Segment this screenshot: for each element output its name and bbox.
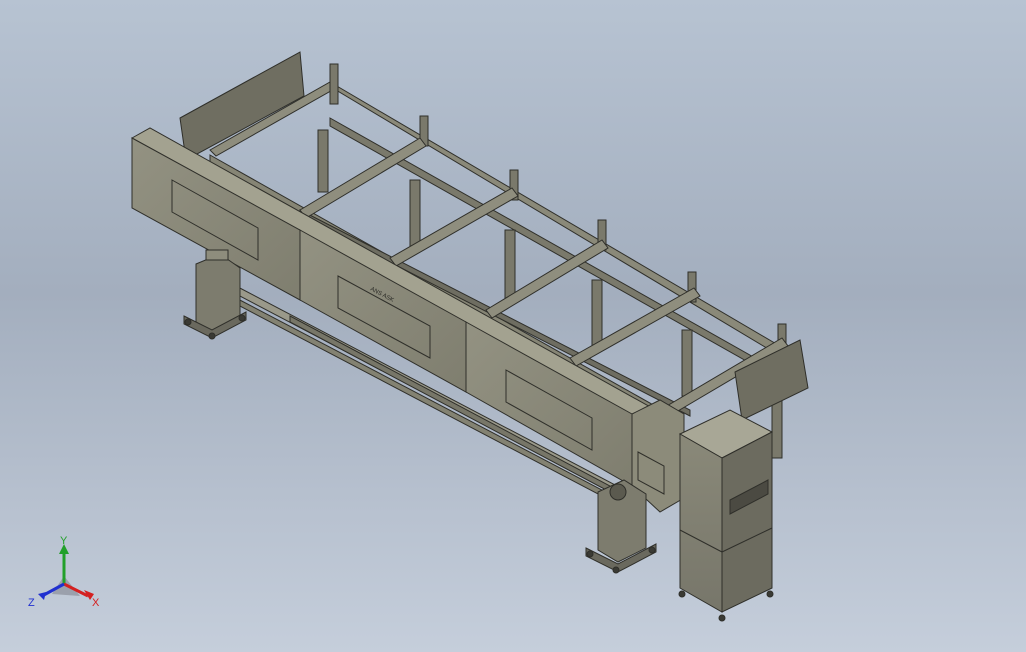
control-cabinet [678,409,774,622]
y-axis-label: Y [60,536,68,547]
z-axis-label: Z [28,597,35,609]
rear-end-plate [179,51,305,161]
orientation-triad[interactable]: Y X Z [24,536,114,616]
cad-viewport[interactable]: ANS ASK Y X Z [0,0,1026,652]
x-axis-label: X [92,597,100,609]
right-support-stand [585,479,657,574]
bar-feeder-assembly-model[interactable]: ANS ASK [0,0,1026,652]
z-axis-arrow-icon [38,592,46,600]
